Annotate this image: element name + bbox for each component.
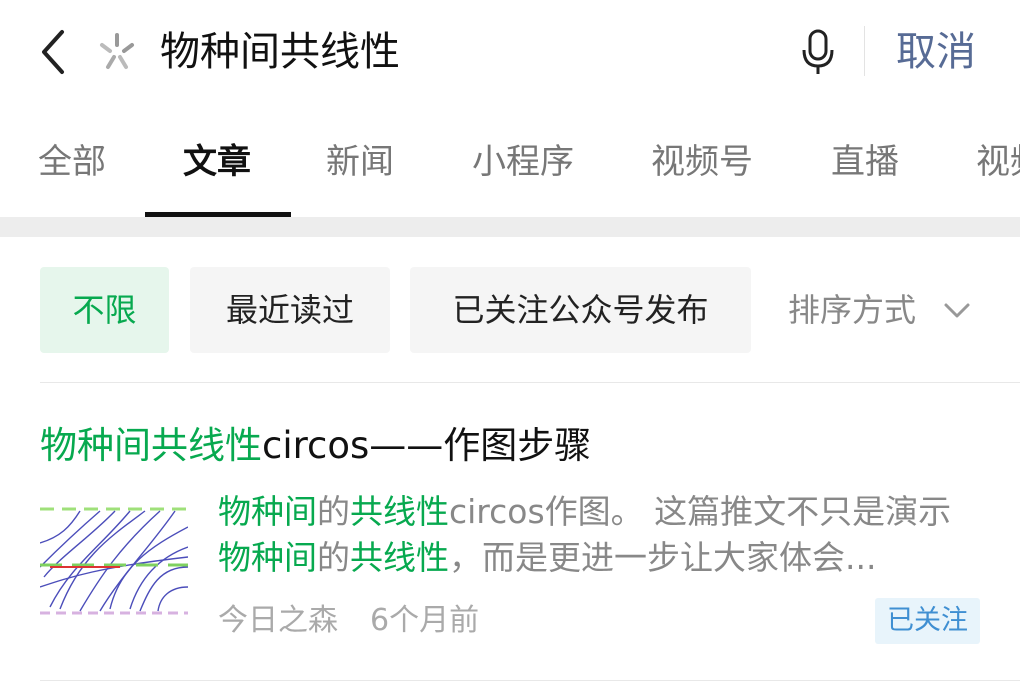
search-input[interactable]: 物种间共线性: [160, 26, 400, 78]
search-bar: [0, 0, 1020, 105]
snippet-highlight: 物种间: [218, 538, 317, 577]
section-divider: [0, 217, 1020, 237]
filter-chip-recently-read[interactable]: 最近读过: [190, 267, 390, 353]
snippet-highlight: 物种间: [218, 492, 317, 531]
back-arrow-icon[interactable]: [34, 26, 74, 78]
search-logo-icon: [100, 33, 134, 69]
filter-chip-unlimited[interactable]: 不限: [40, 267, 169, 353]
result-source[interactable]: 今日之森: [218, 600, 338, 642]
chevron-down-icon[interactable]: [942, 296, 972, 326]
result-time: 6个月前: [370, 603, 480, 638]
filter-chip-followed-accounts[interactable]: 已关注公众号发布: [410, 267, 751, 353]
tab-mini-programs[interactable]: 小程序: [472, 140, 574, 184]
snippet-text: circos作图。 这篇推文不只是演示: [449, 492, 952, 531]
tab-articles[interactable]: 文章: [183, 140, 251, 184]
article-thumbnail[interactable]: [40, 497, 188, 623]
snippet-text: 的: [317, 538, 350, 577]
microphone-icon[interactable]: [800, 28, 836, 76]
tab-videos[interactable]: 视频: [976, 140, 1020, 184]
cancel-button[interactable]: 取消: [896, 26, 976, 78]
snippet-text: 的: [317, 492, 350, 531]
result-title-highlight: 物种间共线性: [40, 424, 262, 467]
tab-channels[interactable]: 视频号: [651, 140, 753, 184]
sort-dropdown[interactable]: 排序方式: [788, 288, 916, 332]
result-title-rest: circos——作图步骤: [262, 424, 592, 467]
tab-news[interactable]: 新闻: [326, 140, 394, 184]
result-divider: [40, 680, 1020, 681]
search-divider: [864, 26, 865, 76]
followed-badge: 已关注: [875, 598, 980, 644]
filter-divider: [40, 382, 1020, 383]
tab-all[interactable]: 全部: [38, 140, 106, 184]
snippet-highlight: 共线性: [350, 538, 449, 577]
result-title[interactable]: 物种间共线性circos——作图步骤: [40, 421, 591, 471]
result-snippet: 物种间的共线性circos作图。 这篇推文不只是演示物种间的共线性，而是更进一步…: [218, 489, 978, 581]
tab-live[interactable]: 直播: [831, 140, 899, 184]
snippet-highlight: 共线性: [350, 492, 449, 531]
snippet-text: ，而是更进一步让大家体会...: [449, 538, 877, 577]
